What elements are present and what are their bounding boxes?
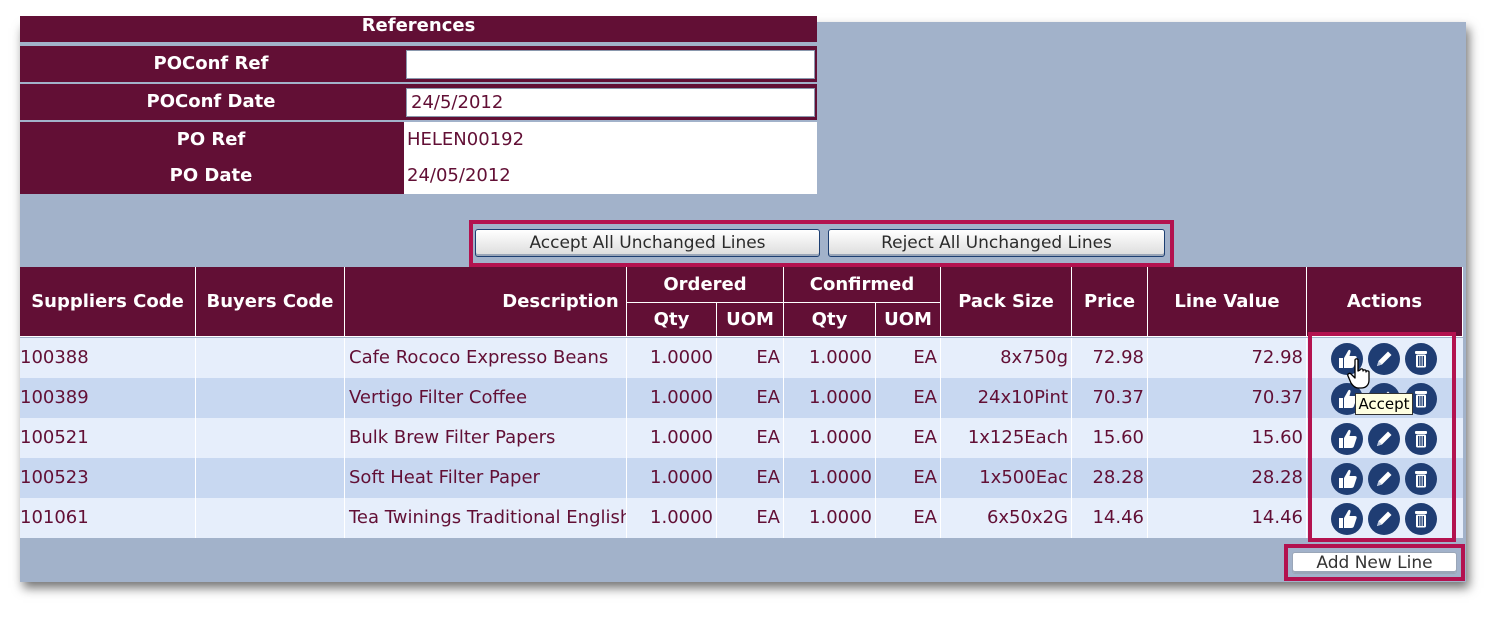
po-date-label: PO Date (169, 165, 253, 186)
table-row: 100389 Vertigo Filter Coffee 1.0000 EA 1.000… (20, 378, 1463, 418)
cell-confirmed-uom: EA (876, 378, 941, 418)
col-header-confirmed-uom: UOM (876, 303, 941, 337)
po-ref-value: HELEN00192 (404, 122, 817, 158)
cell-confirmed-uom: EA (876, 498, 941, 538)
cell-ordered-uom: EA (717, 338, 784, 378)
cell-confirmed-qty: 1.0000 (784, 338, 876, 378)
cell-description: Vertigo Filter Coffee (345, 378, 627, 418)
cell-pack-size: 24x10Pint (941, 378, 1072, 418)
cell-price: 70.37 (1072, 378, 1148, 418)
cell-suppliers-code: 100388 (20, 338, 196, 378)
col-header-description: Description (345, 267, 627, 337)
cell-suppliers-code: 100523 (20, 458, 196, 498)
col-header-line-value: Line Value (1148, 267, 1307, 337)
cell-description: Tea Twinings Traditional English (345, 498, 627, 538)
cell-description: Bulk Brew Filter Papers (345, 418, 627, 458)
cell-price: 15.60 (1072, 418, 1148, 458)
cell-pack-size: 1x500Eac (941, 458, 1072, 498)
cell-confirmed-qty: 1.0000 (784, 418, 876, 458)
col-header-ordered: Ordered (627, 267, 784, 303)
col-header-ordered-qty: Qty (627, 303, 717, 337)
cell-ordered-uom: EA (717, 378, 784, 418)
cell-ordered-qty: 1.0000 (627, 458, 717, 498)
col-header-suppliers-code: Suppliers Code (20, 267, 196, 337)
cell-line-value: 14.46 (1148, 498, 1307, 538)
cell-line-value: 72.98 (1148, 338, 1307, 378)
hand-cursor-icon (1347, 358, 1370, 389)
cell-buyers-code (196, 418, 345, 458)
cell-suppliers-code: 100389 (20, 378, 196, 418)
cell-pack-size: 1x125Each (941, 418, 1072, 458)
col-header-confirmed: Confirmed (784, 267, 941, 303)
cell-ordered-qty: 1.0000 (627, 418, 717, 458)
cell-ordered-qty: 1.0000 (627, 338, 717, 378)
cell-confirmed-qty: 1.0000 (784, 458, 876, 498)
cell-price: 28.28 (1072, 458, 1148, 498)
poconf-ref-row: POConf Ref (20, 46, 817, 82)
cell-pack-size: 8x750g (941, 338, 1072, 378)
table-row: 101061 Tea Twinings Traditional English 1.… (20, 498, 1463, 538)
cell-description: Soft Heat Filter Paper (345, 458, 627, 498)
col-header-actions: Actions (1307, 267, 1463, 337)
cell-confirmed-uom: EA (876, 418, 941, 458)
cell-buyers-code (196, 458, 345, 498)
cell-ordered-qty: 1.0000 (627, 378, 717, 418)
col-header-pack-size: Pack Size (941, 267, 1072, 337)
poconf-date-row: POConf Date (20, 84, 817, 120)
po-date-row: PO Date 24/05/2012 (20, 158, 817, 194)
cell-suppliers-code: 100521 (20, 418, 196, 458)
po-date-value: 24/05/2012 (404, 158, 817, 194)
po-ref-row: PO Ref HELEN00192 (20, 122, 817, 158)
col-header-ordered-uom: UOM (717, 303, 784, 337)
poconf-date-input[interactable] (406, 88, 815, 117)
cell-ordered-uom: EA (717, 458, 784, 498)
cell-confirmed-uom: EA (876, 458, 941, 498)
poconf-ref-label: POConf Ref (153, 53, 269, 74)
cell-ordered-uom: EA (717, 498, 784, 538)
cell-buyers-code (196, 338, 345, 378)
col-header-confirmed-qty: Qty (784, 303, 876, 337)
table-row: 100388 Cafe Rococo Expresso Beans 1.0000 EA… (20, 338, 1463, 378)
poconf-ref-input[interactable] (406, 50, 815, 79)
cell-description: Cafe Rococo Expresso Beans (345, 338, 627, 378)
cell-buyers-code (196, 378, 345, 418)
actions-highlight (1308, 332, 1456, 542)
cell-price: 14.46 (1072, 498, 1148, 538)
cell-line-value: 15.60 (1148, 418, 1307, 458)
cell-price: 72.98 (1072, 338, 1148, 378)
col-header-buyers-code: Buyers Code (196, 267, 345, 337)
accept-tooltip: Accept (1355, 393, 1413, 415)
add-new-line-button[interactable]: Add New Line (1292, 552, 1457, 574)
cell-ordered-uom: EA (717, 418, 784, 458)
reject-all-unchanged-button[interactable]: Reject All Unchanged Lines (828, 229, 1165, 257)
cell-suppliers-code: 101061 (20, 498, 196, 538)
references-title: References (20, 16, 817, 42)
cell-confirmed-qty: 1.0000 (784, 378, 876, 418)
cell-ordered-qty: 1.0000 (627, 498, 717, 538)
cell-pack-size: 6x50x2G (941, 498, 1072, 538)
po-ref-label: PO Ref (176, 129, 246, 150)
accept-all-unchanged-button[interactable]: Accept All Unchanged Lines (475, 229, 820, 257)
cell-confirmed-qty: 1.0000 (784, 498, 876, 538)
cell-line-value: 70.37 (1148, 378, 1307, 418)
table-row: 100521 Bulk Brew Filter Papers 1.0000 EA 1.0… (20, 418, 1463, 458)
confirmation-panel: References POConf Ref POConf Date PO Ref… (20, 16, 1466, 582)
cell-buyers-code (196, 498, 345, 538)
col-header-price: Price (1072, 267, 1148, 337)
cell-line-value: 28.28 (1148, 458, 1307, 498)
poconf-date-label: POConf Date (146, 91, 276, 112)
table-row: 100523 Soft Heat Filter Paper 1.0000 EA 1.00… (20, 458, 1463, 498)
cell-confirmed-uom: EA (876, 338, 941, 378)
